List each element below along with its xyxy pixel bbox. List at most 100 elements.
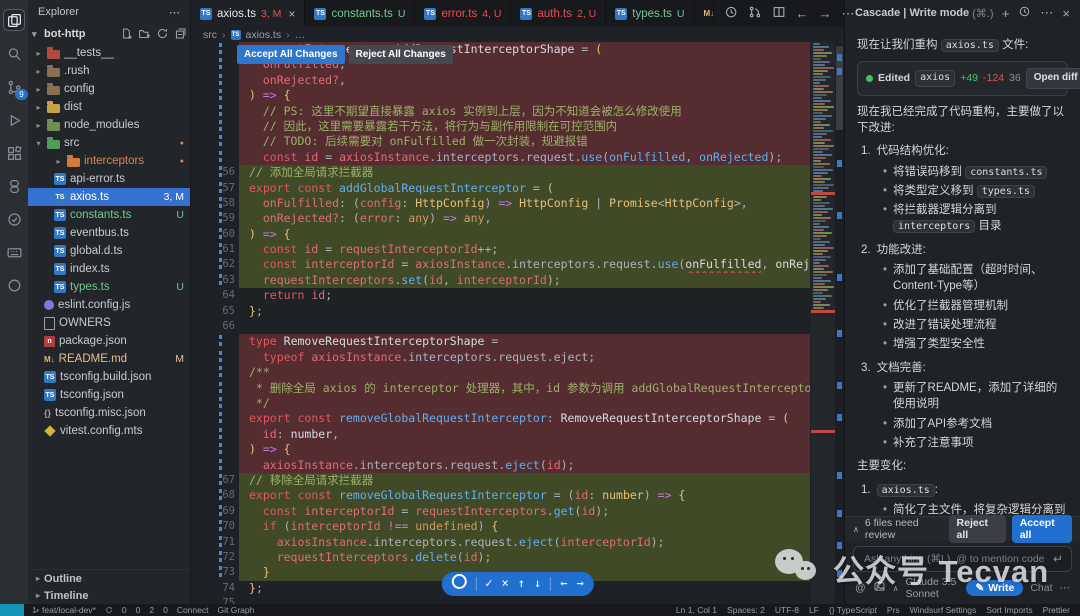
more-icon[interactable]: ⋯	[842, 6, 855, 22]
refresh-icon[interactable]	[156, 27, 170, 41]
close-icon[interactable]: ×	[288, 7, 295, 21]
tree-item-index-ts[interactable]: TS index.ts	[28, 260, 190, 278]
status-item-git-graph[interactable]: Git Graph	[217, 605, 254, 615]
tree-item-global-d-ts[interactable]: TS global.d.ts	[28, 242, 190, 260]
tree-item-config[interactable]: ▸ config	[28, 80, 190, 98]
close-icon[interactable]: ×	[502, 576, 509, 591]
model-name[interactable]: Claude 3.5 Sonnet	[906, 576, 960, 600]
chevron-up-icon[interactable]: ∧	[853, 525, 859, 534]
recorder-icon[interactable]	[4, 275, 24, 295]
tree-item-api-error-ts[interactable]: TS api-error.ts	[28, 170, 190, 188]
history-icon[interactable]	[724, 5, 738, 22]
tree-item-readme-md[interactable]: M↓ README.md M	[28, 350, 190, 368]
tree-item-axios-ts[interactable]: TS axios.ts 3, M	[28, 188, 190, 206]
tree-item-tsconfig-build-json[interactable]: TS tsconfig.build.json	[28, 368, 190, 386]
workspace-root-row[interactable]: ▾ bot-http	[28, 24, 190, 44]
tree-item-tsconfig-json[interactable]: TS tsconfig.json	[28, 386, 190, 404]
sidebar-more-icon[interactable]: ⋯	[169, 6, 180, 19]
open-diff-button[interactable]: Open diff	[1025, 68, 1080, 89]
check-icon[interactable]: ✓	[485, 576, 492, 591]
breadcrumb-part[interactable]: axios.ts	[246, 29, 282, 41]
split-icon[interactable]	[772, 5, 786, 22]
plus-icon[interactable]: +	[1002, 6, 1010, 21]
tree-item-eventbus-ts[interactable]: TS eventbus.ts	[28, 224, 190, 242]
status-item-utf-8[interactable]: UTF-8	[775, 605, 799, 615]
collapse-icon[interactable]	[174, 27, 188, 41]
more-icon[interactable]: ⋯	[1040, 5, 1053, 21]
tree-item-src[interactable]: ▾ src ●	[28, 134, 190, 152]
status-item[interactable]	[105, 606, 113, 614]
status-item-feat-local-dev-[interactable]: feat/local-dev*	[32, 605, 96, 615]
image-icon[interactable]	[873, 580, 886, 596]
reject-all-changes-button[interactable]: Reject All Changes	[348, 45, 453, 65]
status-item-windsurf-settings[interactable]: Windsurf Settings	[910, 605, 977, 615]
tree-item-interceptors[interactable]: ▸ interceptors ●	[28, 152, 190, 170]
keyboard-icon[interactable]	[4, 242, 24, 262]
status-item--typescript[interactable]: {} TypeScript	[829, 605, 877, 615]
status-item-0[interactable]: 0	[136, 605, 141, 615]
tree-item-dist[interactable]: ▸ dist	[28, 98, 190, 116]
status-item-lf[interactable]: LF	[809, 605, 819, 615]
testing-icon[interactable]	[4, 209, 24, 229]
status-item-sort-imports[interactable]: Sort Imports	[986, 605, 1032, 615]
mention-icon[interactable]: @	[855, 582, 866, 594]
editor-scrollbar[interactable]	[835, 42, 844, 604]
source-control-icon[interactable]: 9	[4, 77, 28, 100]
status-item-prs[interactable]: Prs	[887, 605, 900, 615]
tree-item-vitest-config-mts[interactable]: vitest.config.mts	[28, 422, 190, 440]
tree-item-constants-ts[interactable]: TS constants.ts U	[28, 206, 190, 224]
breadcrumb[interactable]: src › TS axios.ts › …	[191, 27, 844, 42]
tab-readme-md[interactable]: M↓README.md	[694, 0, 714, 27]
model-bar-more-icon[interactable]: ⋯	[1060, 582, 1071, 594]
breadcrumb-part[interactable]: src	[203, 29, 217, 41]
chat-input[interactable]	[862, 552, 1047, 566]
minimap[interactable]	[811, 42, 835, 604]
accept-all-button[interactable]: Accept all	[1011, 515, 1072, 543]
tree-item-eslint-config-js[interactable]: eslint.config.js	[28, 296, 190, 314]
status-item-spaces-2[interactable]: Spaces: 2	[727, 605, 765, 615]
status-item-connect[interactable]: Connect	[177, 605, 209, 615]
return-icon[interactable]: ↵	[1053, 552, 1063, 566]
section-timeline[interactable]: ▸ Timeline	[28, 587, 190, 604]
run-debug-icon[interactable]	[4, 110, 24, 130]
write-mode-button[interactable]: ✎ Write	[966, 580, 1024, 596]
tree-item-owners[interactable]: OWNERS	[28, 314, 190, 332]
status-item-2[interactable]: 2	[149, 605, 154, 615]
remote-indicator[interactable]	[0, 604, 24, 616]
tree-item-node-modules[interactable]: ▸ node_modules	[28, 116, 190, 134]
breadcrumb-part[interactable]: …	[295, 29, 306, 41]
tab-auth-ts[interactable]: TS auth.ts 2, U	[511, 0, 607, 27]
explorer-icon[interactable]	[3, 9, 25, 31]
back-icon[interactable]: ←	[796, 6, 809, 21]
tab-error-ts[interactable]: TS error.ts 4, U	[415, 0, 512, 27]
status-item-ln-1-col-1[interactable]: Ln 1, Col 1	[676, 605, 717, 615]
status-item-prettier[interactable]: Prettier	[1043, 605, 1070, 615]
chat-mode-button[interactable]: Chat	[1030, 582, 1052, 594]
close-icon[interactable]: ×	[1062, 6, 1070, 21]
python-icon[interactable]	[4, 176, 24, 196]
down-icon[interactable]: ↓	[534, 576, 541, 591]
status-item-0[interactable]: 0	[163, 605, 168, 615]
model-dropdown-chevron-icon[interactable]: ∧	[893, 584, 899, 593]
newfolder-icon[interactable]	[138, 27, 152, 41]
prdiff-icon[interactable]	[748, 5, 762, 22]
up-icon[interactable]: ↑	[518, 576, 525, 591]
status-item-0[interactable]: 0	[122, 605, 127, 615]
tree-item--tests-[interactable]: ▸ __tests__	[28, 44, 190, 62]
extensions-icon[interactable]	[4, 143, 24, 163]
tree-item-package-json[interactable]: n package.json	[28, 332, 190, 350]
left-icon[interactable]: ←	[560, 576, 567, 591]
tab-axios-ts[interactable]: TS axios.ts 3, M ×	[191, 0, 306, 27]
forward-icon[interactable]: →	[819, 6, 832, 21]
right-icon[interactable]: →	[576, 576, 583, 591]
section-outline[interactable]: ▸ Outline	[28, 570, 190, 587]
tree-item-types-ts[interactable]: TS types.ts U	[28, 278, 190, 296]
reject-all-button[interactable]: Reject all	[948, 515, 1006, 543]
tab-constants-ts[interactable]: TS constants.ts U	[305, 0, 416, 27]
tree-item-tsconfig-misc-json[interactable]: {} tsconfig.misc.json	[28, 404, 190, 422]
tab-types-ts[interactable]: TS types.ts U	[606, 0, 695, 27]
logo-icon[interactable]	[451, 574, 467, 593]
clock-icon[interactable]	[1018, 5, 1031, 21]
code-editor[interactable]: Accept All Changes Reject All Changes ..…	[191, 42, 844, 604]
newfile-icon[interactable]	[120, 27, 134, 41]
